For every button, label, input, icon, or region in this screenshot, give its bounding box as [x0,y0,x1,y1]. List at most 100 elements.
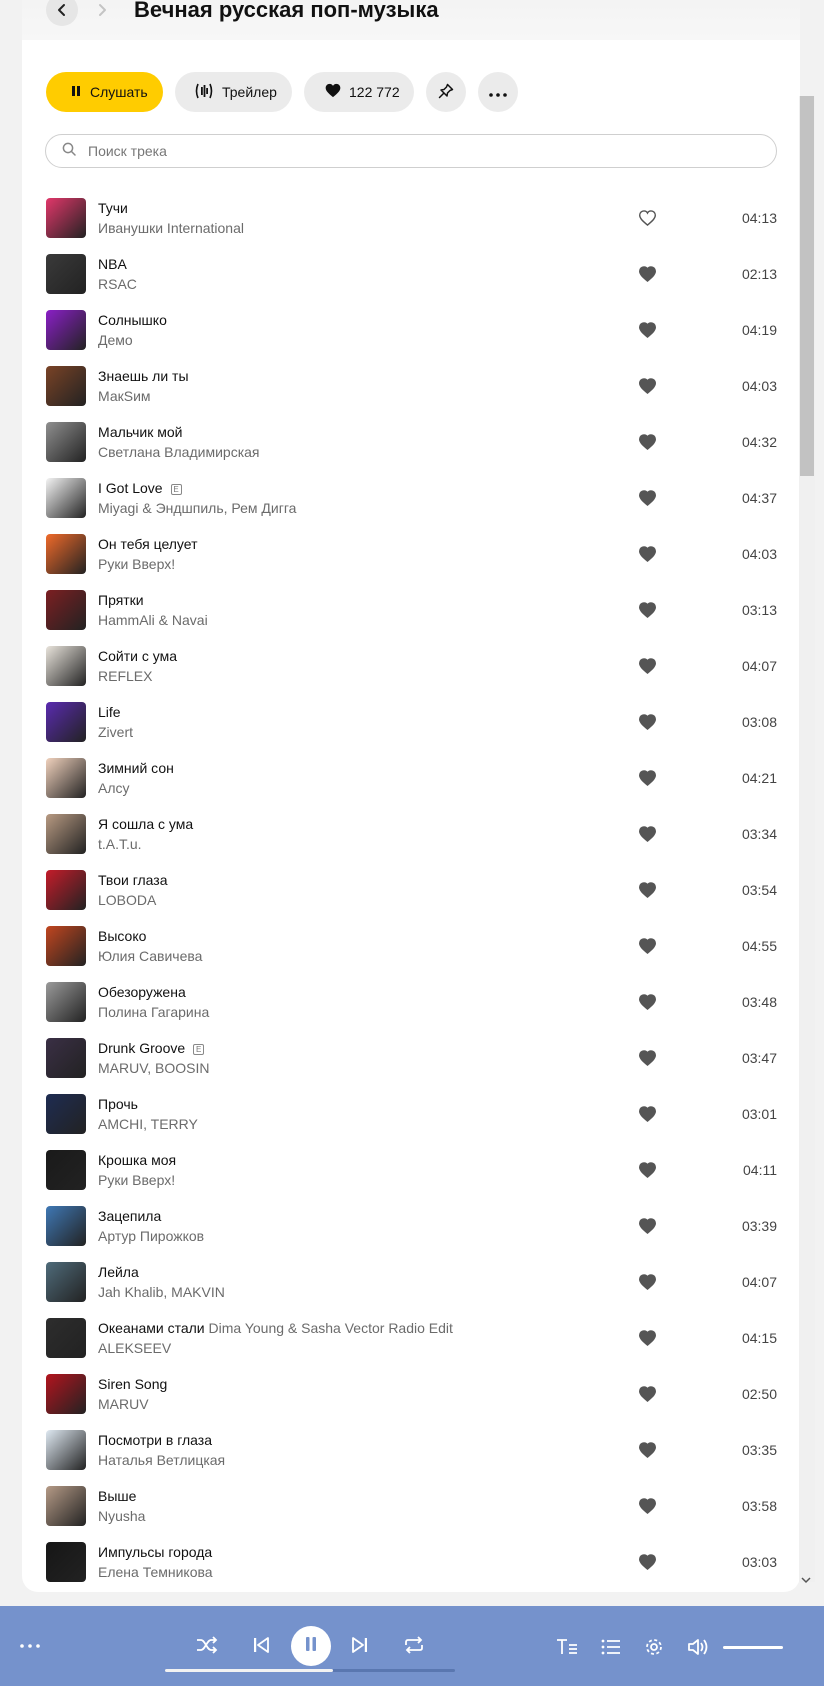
heart-filled-icon[interactable] [638,882,657,900]
album-cover[interactable] [46,982,86,1022]
album-cover[interactable] [46,702,86,742]
album-cover[interactable] [46,646,86,686]
track-row[interactable]: Мальчик мой Светлана Владимирская 04:32 [22,415,800,471]
track-title[interactable]: Солнышко [98,312,167,328]
heart-filled-icon[interactable] [638,434,657,452]
album-cover[interactable] [46,366,86,406]
track-row[interactable]: Выше Nyusha 03:58 [22,1479,800,1535]
album-cover[interactable] [46,478,86,518]
pin-button[interactable] [426,72,466,112]
heart-outline-icon[interactable] [638,210,657,228]
track-title[interactable]: Зацепила [98,1208,161,1224]
track-row[interactable]: Океанами стали Dima Young & Sasha Vector… [22,1311,800,1367]
track-row[interactable]: Зацепила Артур Пирожков 03:39 [22,1199,800,1255]
heart-filled-icon[interactable] [638,546,657,564]
track-artist[interactable]: REFLEX [98,668,152,684]
track-search[interactable] [45,134,777,168]
track-row[interactable]: Зимний сон Алсу 04:21 [22,751,800,807]
track-title[interactable]: Крошка моя [98,1152,176,1168]
track-row[interactable]: Life Zivert 03:08 [22,695,800,751]
track-title[interactable]: Посмотри в глаза [98,1432,212,1448]
track-artist[interactable]: MARUV, BOOSIN [98,1060,210,1076]
chevron-right-icon[interactable] [86,0,118,26]
track-artist[interactable]: LOBODA [98,892,156,908]
album-cover[interactable] [46,926,86,966]
track-title[interactable]: Прятки [98,592,144,608]
track-row[interactable]: Обезоружена Полина Гагарина 03:48 [22,975,800,1031]
track-title[interactable]: Твои глаза [98,872,168,888]
album-cover[interactable] [46,1374,86,1414]
track-title[interactable]: Знаешь ли ты [98,368,189,384]
heart-filled-icon[interactable] [638,714,657,732]
track-artist[interactable]: Светлана Владимирская [98,444,260,460]
queue-icon[interactable] [600,1636,622,1658]
album-cover[interactable] [46,1206,86,1246]
trailer-button[interactable]: Трейлер [175,72,292,112]
track-artist[interactable]: Nyusha [98,1508,145,1524]
track-row[interactable]: Сойти с ума REFLEX 04:07 [22,639,800,695]
album-cover[interactable] [46,1150,86,1190]
track-title[interactable]: I Got Love E [98,480,182,496]
heart-filled-icon[interactable] [638,1162,657,1180]
album-cover[interactable] [46,1430,86,1470]
lyrics-icon[interactable] [555,1636,579,1658]
more-button[interactable] [478,72,518,112]
track-row[interactable]: Высоко Юлия Савичева 04:55 [22,919,800,975]
album-cover[interactable] [46,1486,86,1526]
track-artist[interactable]: MARUV [98,1396,149,1412]
track-artist[interactable]: МакSим [98,388,151,404]
track-title[interactable]: Siren Song [98,1376,167,1392]
heart-filled-icon[interactable] [638,322,657,340]
track-artist[interactable]: Zivert [98,724,133,740]
track-row[interactable]: Знаешь ли ты МакSим 04:03 [22,359,800,415]
album-cover[interactable] [46,1094,86,1134]
heart-filled-icon[interactable] [638,1218,657,1236]
more-dots-icon[interactable] [18,1636,42,1656]
track-artist[interactable]: Елена Темникова [98,1564,213,1580]
track-artist[interactable]: Руки Вверх! [98,1172,175,1188]
scrollbar-thumb[interactable] [800,96,814,476]
search-input[interactable] [88,143,776,159]
heart-filled-icon[interactable] [638,490,657,508]
track-artist[interactable]: t.A.T.u. [98,836,142,852]
track-title[interactable]: Drunk Groove E [98,1040,205,1056]
album-cover[interactable] [46,1542,86,1582]
like-playlist-button[interactable]: 122 772 [304,72,414,112]
track-row[interactable]: Крошка моя Руки Вверх! 04:11 [22,1143,800,1199]
track-title[interactable]: Он тебя целует [98,536,198,552]
album-cover[interactable] [46,254,86,294]
shuffle-icon[interactable] [194,1634,220,1656]
track-row[interactable]: NBA RSAC 02:13 [22,247,800,303]
track-artist[interactable]: Иванушки International [98,220,244,236]
chevron-left-icon[interactable] [46,0,78,26]
heart-filled-icon[interactable] [638,994,657,1012]
track-title[interactable]: NBA [98,256,127,272]
volume-icon[interactable] [686,1636,710,1658]
track-artist[interactable]: Демо [98,332,133,348]
gear-icon[interactable] [643,1636,665,1658]
track-artist[interactable]: ALEKSEEV [98,1340,171,1356]
track-artist[interactable]: Юлия Савичева [98,948,202,964]
heart-filled-icon[interactable] [638,1498,657,1516]
heart-filled-icon[interactable] [638,938,657,956]
heart-filled-icon[interactable] [638,1050,657,1068]
heart-filled-icon[interactable] [638,266,657,284]
track-row[interactable]: Siren Song MARUV 02:50 [22,1367,800,1423]
next-icon[interactable] [349,1634,371,1656]
listen-button[interactable]: Слушать [46,72,163,112]
track-row[interactable]: Я сошла с ума t.A.T.u. 03:34 [22,807,800,863]
album-cover[interactable] [46,198,86,238]
track-artist[interactable]: RSAC [98,276,137,292]
track-artist[interactable]: Наталья Ветлицкая [98,1452,225,1468]
track-title[interactable]: Высоко [98,928,146,944]
track-row[interactable]: I Got Love E Miyagi & Эндшпиль, Рем Дигга 0… [22,471,800,527]
album-cover[interactable] [46,534,86,574]
heart-filled-icon[interactable] [638,1330,657,1348]
heart-filled-icon[interactable] [638,378,657,396]
heart-filled-icon[interactable] [638,1386,657,1404]
album-cover[interactable] [46,590,86,630]
track-title[interactable]: Обезоружена [98,984,186,1000]
heart-filled-icon[interactable] [638,1554,657,1572]
heart-filled-icon[interactable] [638,658,657,676]
heart-filled-icon[interactable] [638,1442,657,1460]
